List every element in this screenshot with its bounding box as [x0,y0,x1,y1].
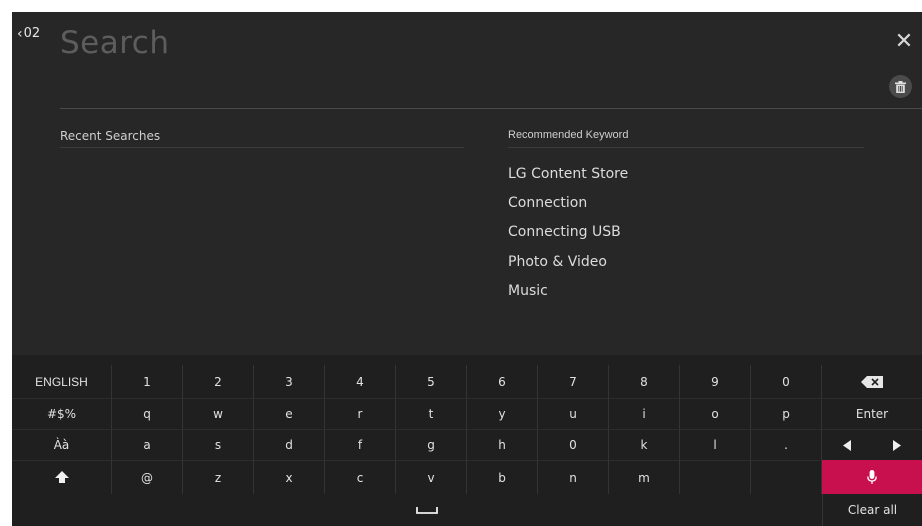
key-a[interactable]: a [112,429,183,460]
key-6[interactable]: 6 [467,365,538,398]
recent-divider [60,147,464,148]
key-3[interactable]: 3 [254,365,325,398]
recommended-keyword-item[interactable]: Connection [508,193,628,222]
cursor-right-button[interactable] [872,430,922,460]
key-i[interactable]: i [609,398,680,429]
keyboard-row-3: Àà a s d f g h 0 k l . [12,429,922,460]
space-icon [416,507,438,514]
key-blank-2[interactable] [751,460,822,494]
back-button[interactable]: ‹ 02 [17,26,40,41]
key-at[interactable]: @ [112,460,183,494]
key-s[interactable]: s [183,429,254,460]
microphone-icon [867,469,877,484]
key-5[interactable]: 5 [396,365,467,398]
delete-history-button[interactable] [889,75,912,98]
key-4[interactable]: 4 [325,365,396,398]
key-7[interactable]: 7 [538,365,609,398]
key-q[interactable]: q [112,398,183,429]
space-key[interactable] [367,494,487,526]
keyboard-row-5: Clear all [12,494,922,526]
key-c[interactable]: c [325,460,396,494]
cursor-left-button[interactable] [822,430,872,460]
key-j[interactable]: 0 [538,429,609,460]
cursor-arrows [822,429,922,460]
recommended-keyword-item[interactable]: LG Content Store [508,164,628,193]
key-h[interactable]: h [467,429,538,460]
key-e[interactable]: e [254,398,325,429]
shift-icon [54,471,69,483]
key-z[interactable]: z [183,460,254,494]
key-b[interactable]: b [467,460,538,494]
recommended-keyword-item[interactable]: Music [508,281,628,310]
key-t[interactable]: t [396,398,467,429]
key-u[interactable]: u [538,398,609,429]
key-f[interactable]: f [325,429,396,460]
key-o[interactable]: o [680,398,751,429]
shift-key[interactable] [12,460,112,494]
accents-key[interactable]: Àà [12,429,112,460]
backspace-icon [861,375,883,388]
keyboard-row-2: #$% q w e r t y u i o p Enter [12,398,922,429]
arrow-left-icon [843,439,851,451]
symbols-key[interactable]: #$% [12,398,112,429]
clear-all-button[interactable]: Clear all [822,494,922,526]
close-icon[interactable]: ✕ [892,30,916,54]
key-p[interactable]: p [751,398,822,429]
keyboard-row-1: ENGLISH 1 2 3 4 5 6 7 8 9 0 [12,365,922,398]
recommended-keyword-item[interactable]: Connecting USB [508,222,628,251]
search-underline [60,108,922,109]
back-label: 02 [23,26,41,41]
arrow-right-icon [893,439,901,451]
key-blank[interactable] [680,460,751,494]
key-v[interactable]: v [396,460,467,494]
language-key[interactable]: ENGLISH [12,365,112,398]
key-g[interactable]: g [396,429,467,460]
key-l[interactable]: l [680,429,751,460]
back-chevron-icon: ‹ [17,25,23,42]
trash-icon [895,80,906,93]
voice-search-button[interactable] [822,460,922,494]
key-y[interactable]: y [467,398,538,429]
key-k[interactable]: k [609,429,680,460]
virtual-keyboard: ENGLISH 1 2 3 4 5 6 7 8 9 0 #$% q w e r [12,355,922,526]
backspace-key[interactable] [822,365,922,398]
key-x[interactable]: x [254,460,325,494]
key-w[interactable]: w [183,398,254,429]
key-1[interactable]: 1 [112,365,183,398]
recommended-keyword-title: Recommended Keyword [508,129,629,141]
key-d[interactable]: d [254,429,325,460]
recommended-keyword-list: LG Content Store Connection Connecting U… [508,164,628,310]
enter-key[interactable]: Enter [822,398,922,429]
key-n[interactable]: n [538,460,609,494]
key-2[interactable]: 2 [183,365,254,398]
key-9[interactable]: 9 [680,365,751,398]
key-m[interactable]: m [609,460,680,494]
keyboard-row-4: @ z x c v b n m [12,460,922,494]
recommended-divider [508,147,864,148]
search-screen: ‹ 02 ✕ Recent Searches Recommended Keywo… [12,12,922,526]
key-period[interactable]: . [751,429,822,460]
key-8[interactable]: 8 [609,365,680,398]
search-input[interactable] [60,20,660,66]
key-0[interactable]: 0 [751,365,822,398]
recommended-keyword-item[interactable]: Photo & Video [508,252,628,281]
recent-searches-title: Recent Searches [60,129,161,143]
key-r[interactable]: r [325,398,396,429]
